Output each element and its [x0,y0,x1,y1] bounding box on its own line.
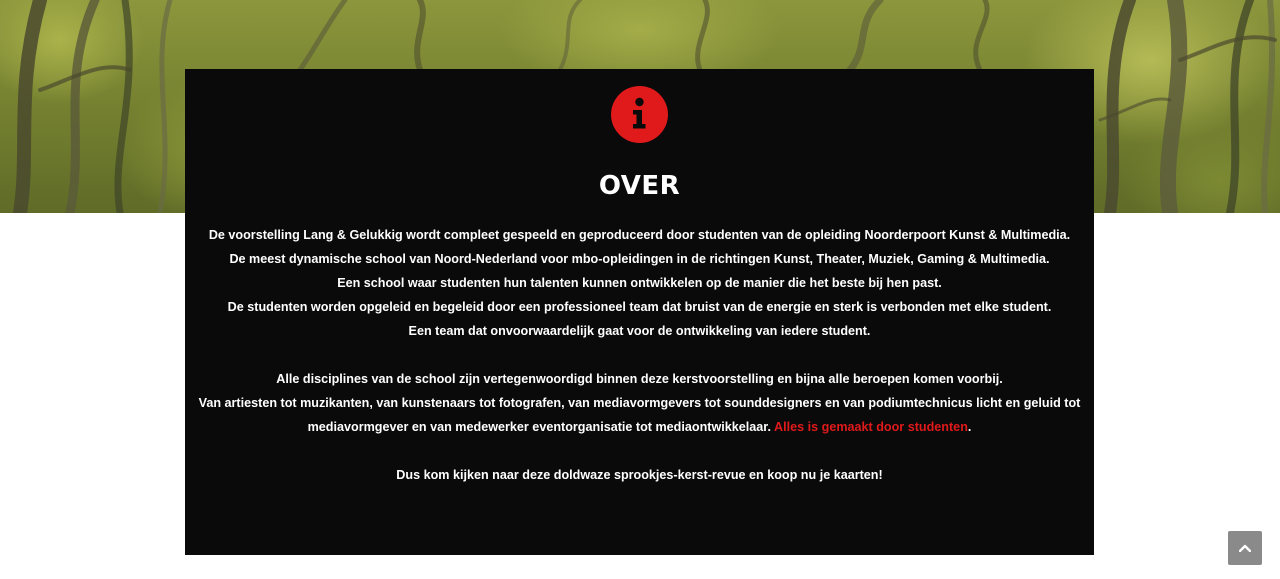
intro-line-4: De studenten worden opgeleid en begeleid… [227,300,1052,314]
intro-line-1: De voorstelling Lang & Gelukkig wordt co… [208,228,1071,242]
about-card: OVER De voorstelling Lang & Gelukkig wor… [185,69,1094,555]
disciplines-line-1: Alle disciplines van de school zijn vert… [276,372,1003,386]
page: OVER De voorstelling Lang & Gelukkig wor… [0,0,1280,579]
about-text: De voorstelling Lang & Gelukkig wordt co… [195,223,1084,487]
scroll-to-top-button[interactable] [1228,531,1262,565]
intro-line-2: De meest dynamische school van Noord-Ned… [229,252,1050,266]
intro-line-5: Een team dat onvoorwaardelijk gaat voor … [408,324,871,338]
disciplines-period: . [967,420,972,434]
call-to-action-text: Dus kom kijken naar deze doldwaze sprook… [396,468,883,482]
disciplines-line-2: Van artiesten tot muzikanten, van kunste… [195,391,1084,439]
section-title: OVER [598,171,681,201]
students-made-highlight: Alles is gemaakt door studenten [774,420,968,434]
chevron-up-icon [1239,544,1251,552]
info-icon [611,86,668,143]
intro-line-3: Een school waar studenten hun talenten k… [337,276,942,290]
